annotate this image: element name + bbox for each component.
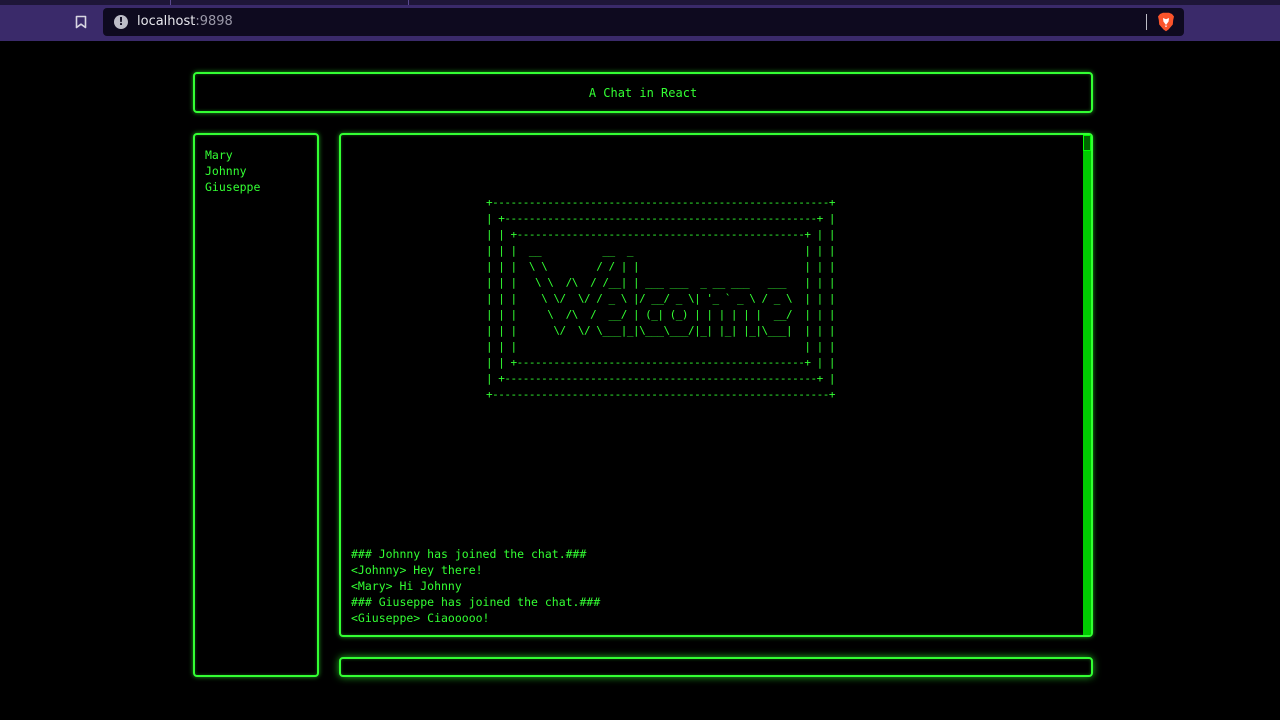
url-host: localhost xyxy=(137,14,196,29)
header-panel: A Chat in React xyxy=(193,72,1093,113)
scrollbar-thumb[interactable] xyxy=(1083,135,1091,151)
url-text[interactable]: localhost:9898 xyxy=(137,13,233,31)
bookmark-icon[interactable] xyxy=(71,12,91,32)
url-port: :9898 xyxy=(195,14,233,29)
address-bar-divider xyxy=(1146,14,1147,30)
tab-strip xyxy=(0,0,1280,5)
info-icon[interactable]: ! xyxy=(114,15,128,29)
tab-divider xyxy=(170,0,171,5)
message-list: ### Johnny has joined the chat.### <John… xyxy=(351,546,600,626)
address-bar[interactable]: ! localhost:9898 xyxy=(103,8,1184,36)
user-list: Mary Johnny Giuseppe xyxy=(193,133,319,677)
system-message: ### Johnny has joined the chat.### xyxy=(351,547,587,561)
chat-message: <Mary> Hi Johnny xyxy=(351,579,462,593)
brave-lion-icon[interactable] xyxy=(1157,12,1175,32)
chat-message: <Johnny> Hey there! xyxy=(351,563,483,577)
chat-scrollbar[interactable] xyxy=(1083,135,1091,635)
chat-message: <Giuseppe> Ciaooooo! xyxy=(351,611,490,625)
browser-toolbar: ! localhost:9898 xyxy=(0,0,1280,41)
welcome-banner: +---------------------------------------… xyxy=(486,196,836,401)
tab-divider xyxy=(408,0,409,5)
user-list-item[interactable]: Johnny xyxy=(205,163,317,179)
system-message: ### Giuseppe has joined the chat.### xyxy=(351,595,601,609)
message-input-panel xyxy=(339,657,1093,677)
chat-log[interactable]: +---------------------------------------… xyxy=(339,133,1093,637)
page-title: A Chat in React xyxy=(588,85,698,100)
user-list-item[interactable]: Giuseppe xyxy=(205,179,317,195)
user-list-item[interactable]: Mary xyxy=(205,147,317,163)
message-input[interactable] xyxy=(341,660,1091,676)
